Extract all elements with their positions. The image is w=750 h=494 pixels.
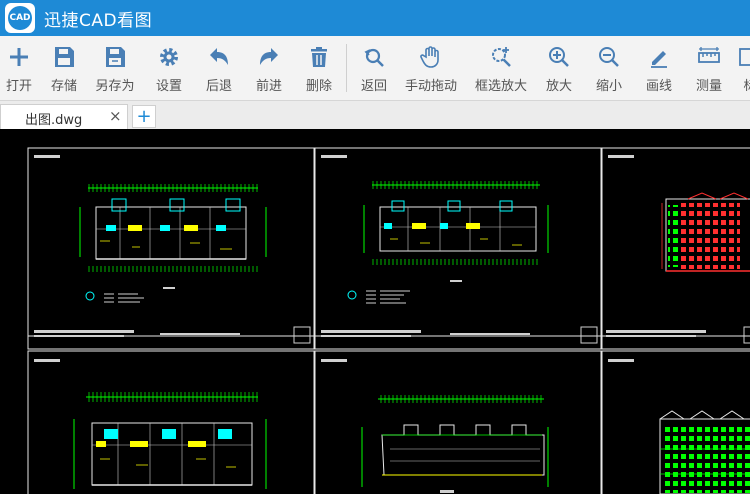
sheet-footer-text <box>606 330 706 333</box>
sheet-header <box>34 359 60 362</box>
sheet-footer-text <box>321 335 411 337</box>
sheet-footer-text <box>606 335 696 337</box>
more-tool-label: 标 <box>743 79 750 94</box>
app-logo-text: CAD <box>8 6 32 30</box>
partial-tool-icon <box>739 48 750 66</box>
return-label: 返回 <box>360 79 387 94</box>
settings-button[interactable]: 设置 <box>154 36 184 100</box>
legend-2 <box>347 290 410 304</box>
save-icon <box>55 47 74 67</box>
toolbar-divider <box>346 44 347 92</box>
undo-icon <box>210 48 228 65</box>
sheet-header <box>608 155 634 158</box>
title-bar: CAD 迅捷CAD看图 <box>0 0 750 36</box>
app-title: 迅捷CAD看图 <box>44 10 153 31</box>
hand-icon <box>420 46 439 68</box>
sheet-footer-text <box>450 333 530 335</box>
zoom-window-icon <box>492 47 511 67</box>
plus-icon <box>10 48 28 66</box>
save-button[interactable]: 存储 <box>49 36 79 100</box>
zoom-in-icon <box>549 47 569 67</box>
title-block-stamp <box>293 326 311 344</box>
zoom-in-label: 放大 <box>545 79 572 94</box>
save-as-label: 另存为 <box>95 79 135 94</box>
delete-label: 删除 <box>305 79 332 94</box>
sheet-header <box>608 359 634 362</box>
toolbar: 打开 存储 另存为 设置 后退 前进 删除 返回 手动拖动 框选放大 放大 缩小… <box>0 36 750 101</box>
more-tool-button[interactable]: 标 <box>739 36 750 100</box>
sheet-frame <box>314 350 602 494</box>
measure-label: 测量 <box>695 79 722 94</box>
sheet-header <box>34 155 60 158</box>
sheet-footer-text <box>321 330 421 333</box>
save-as-button[interactable]: 另存为 <box>94 36 136 100</box>
return-magnifier-icon <box>364 48 384 67</box>
drawing-canvas[interactable] <box>0 129 750 494</box>
zoom-out-button[interactable]: 缩小 <box>594 36 624 100</box>
add-tab-button[interactable]: + <box>132 105 156 128</box>
back-label: 后退 <box>205 79 232 94</box>
pan-button[interactable]: 手动拖动 <box>403 36 459 100</box>
back-button[interactable]: 后退 <box>204 36 234 100</box>
delete-button[interactable]: 删除 <box>304 36 334 100</box>
floor-plan-2 <box>363 181 549 282</box>
title-block-stamp <box>743 326 750 344</box>
open-label: 打开 <box>5 79 32 94</box>
open-button[interactable]: 打开 <box>4 36 34 100</box>
gear-icon <box>160 48 178 66</box>
draw-line-label: 画线 <box>645 79 672 94</box>
sheet-header <box>321 359 347 362</box>
title-block-stamp <box>580 326 598 344</box>
trash-icon <box>311 47 327 67</box>
sheet-frame <box>314 147 602 350</box>
zoom-window-label: 框选放大 <box>474 79 527 94</box>
sheet-footer-text <box>34 335 124 337</box>
save-label: 存储 <box>50 79 77 94</box>
close-icon[interactable]: × <box>109 107 122 125</box>
zoom-out-icon <box>599 47 619 67</box>
cad-drawing <box>27 147 750 494</box>
return-button[interactable]: 返回 <box>359 36 389 100</box>
sheet-header <box>321 155 347 158</box>
elevation-2 <box>659 410 750 494</box>
tab-drawing[interactable]: 出图.dwg × <box>0 104 128 129</box>
forward-button[interactable]: 前进 <box>254 36 284 100</box>
draw-line-button[interactable]: 画线 <box>644 36 674 100</box>
zoom-out-label: 缩小 <box>595 79 622 94</box>
settings-label: 设置 <box>155 79 182 94</box>
floor-plan-4 <box>361 395 549 493</box>
tab-label: 出图.dwg <box>25 113 83 128</box>
zoom-in-button[interactable]: 放大 <box>544 36 574 100</box>
app-logo: CAD <box>5 3 35 33</box>
zoom-window-button[interactable]: 框选放大 <box>473 36 529 100</box>
sheet-frame <box>27 147 315 350</box>
tab-bar: 出图.dwg × + <box>0 101 750 130</box>
forward-label: 前进 <box>255 79 282 94</box>
redo-icon <box>260 48 278 65</box>
sheet-footer-text <box>34 330 134 333</box>
legend-1 <box>85 291 144 303</box>
save-as-icon <box>106 47 125 67</box>
sheet-footer-text <box>160 333 240 335</box>
floor-plan-3 <box>73 392 267 489</box>
floor-plan-1 <box>79 184 267 289</box>
measure-button[interactable]: 测量 <box>694 36 724 100</box>
ruler-icon <box>698 47 720 63</box>
elevation-1 <box>661 192 750 272</box>
pan-label: 手动拖动 <box>404 79 457 94</box>
pencil-icon <box>651 51 667 68</box>
